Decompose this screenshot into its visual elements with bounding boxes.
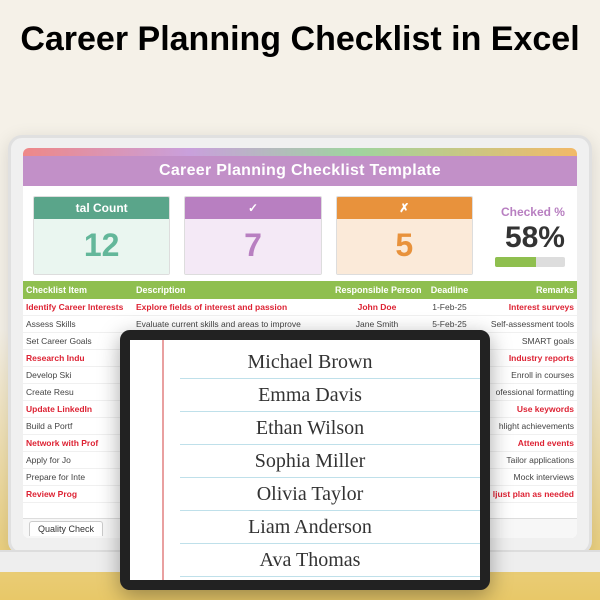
cell-remarks: ljust plan as needed — [477, 486, 577, 502]
cell-item: Develop Ski — [23, 367, 133, 383]
percent-label: Checked % — [501, 205, 565, 219]
cell-item: Update LinkedIn — [23, 401, 133, 417]
cell-item: Build a Portf — [23, 418, 133, 434]
cell-item: Network with Prof — [23, 435, 133, 451]
cell-item: Review Prog — [23, 486, 133, 502]
laptop-foreground: Michael BrownEmma DavisEthan WilsonSophi… — [120, 330, 490, 590]
cell-remarks: Self-assessment tools — [477, 316, 577, 332]
cell-remarks: Use keywords — [477, 401, 577, 417]
total-count-label: tal Count — [34, 197, 169, 219]
cell-remarks: Interest surveys — [477, 299, 577, 315]
sheet-title: Career Planning Checklist Template — [23, 156, 577, 186]
list-item: Liam Anderson — [180, 511, 480, 544]
cell-item: Set Career Goals — [23, 333, 133, 349]
list-item: Ava Thomas — [180, 544, 480, 577]
cell-remarks: ofessional formatting — [477, 384, 577, 400]
cell-remarks: Enroll in courses — [477, 367, 577, 383]
unchecked-value: 5 — [337, 219, 472, 274]
checked-label: ✓ — [185, 197, 320, 219]
cell-remarks: SMART goals — [477, 333, 577, 349]
checked-value: 7 — [185, 219, 320, 274]
cell-deadline: 1-Feb-25 — [422, 299, 477, 315]
list-item: Emma Davis — [180, 379, 480, 412]
table-header-row: Checklist Item Description Responsible P… — [23, 281, 577, 299]
unchecked-card: ✗ 5 — [336, 196, 473, 275]
cell-item: Research Indu — [23, 350, 133, 366]
list-item: Sophia Miller — [180, 445, 480, 478]
total-count-value: 12 — [34, 219, 169, 274]
unchecked-label: ✗ — [337, 197, 472, 219]
cell-remarks: Industry reports — [477, 350, 577, 366]
sheet-tab[interactable]: Quality Check — [29, 521, 103, 536]
cell-remarks: hlight achievements — [477, 418, 577, 434]
header-deadline: Deadline — [422, 281, 477, 299]
cell-item: Prepare for Inte — [23, 469, 133, 485]
cell-responsible: John Doe — [332, 299, 422, 315]
list-item: Ethan Wilson — [180, 412, 480, 445]
total-count-card: tal Count 12 — [33, 196, 170, 275]
name-list: Michael BrownEmma DavisEthan WilsonSophi… — [130, 346, 480, 577]
cell-item: Apply for Jo — [23, 452, 133, 468]
summary-cards: tal Count 12 ✓ 7 ✗ 5 Checked % 58% — [23, 186, 577, 281]
cell-item: Create Resu — [23, 384, 133, 400]
percent-card: Checked % 58% — [487, 196, 567, 275]
list-item: Michael Brown — [180, 346, 480, 379]
cell-remarks: Tailor applications — [477, 452, 577, 468]
percent-bar — [495, 257, 565, 267]
header-description: Description — [133, 281, 332, 299]
percent-value: 58% — [505, 221, 565, 255]
list-item: Olivia Taylor — [180, 478, 480, 511]
color-ribbon — [23, 148, 577, 156]
page-title: Career Planning Checklist in Excel — [0, 0, 600, 67]
header-checklist-item: Checklist Item — [23, 281, 133, 299]
cell-description: Explore fields of interest and passion — [133, 299, 332, 315]
notepad-screen: Michael BrownEmma DavisEthan WilsonSophi… — [130, 340, 480, 580]
header-responsible: Responsible Person — [332, 281, 422, 299]
checked-card: ✓ 7 — [184, 196, 321, 275]
header-remarks: Remarks — [477, 281, 577, 299]
table-row[interactable]: Identify Career InterestsExplore fields … — [23, 299, 577, 316]
cell-item: Assess Skills — [23, 316, 133, 332]
notepad-paper: Michael BrownEmma DavisEthan WilsonSophi… — [130, 340, 480, 580]
percent-fill — [495, 257, 536, 267]
cell-remarks: Attend events — [477, 435, 577, 451]
cell-item: Identify Career Interests — [23, 299, 133, 315]
cell-remarks: Mock interviews — [477, 469, 577, 485]
